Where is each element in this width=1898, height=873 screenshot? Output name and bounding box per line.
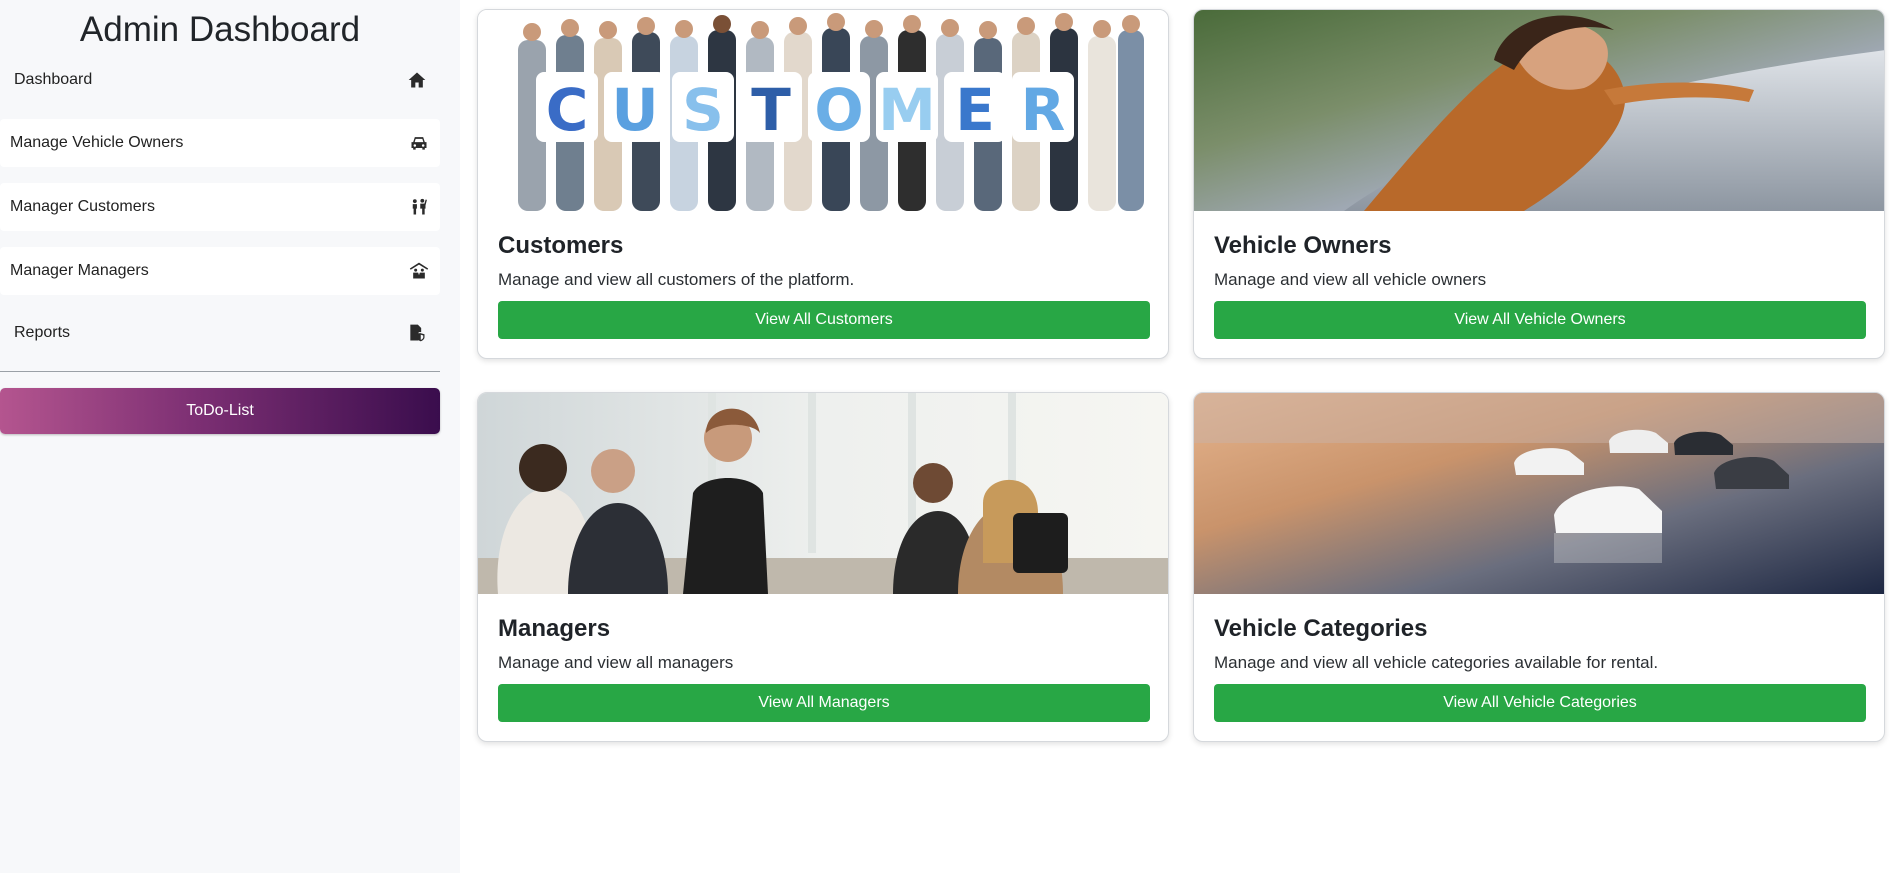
card-title: Vehicle Categories	[1214, 615, 1428, 642]
managers-image	[478, 393, 1168, 594]
vehicle-owners-image	[1194, 10, 1884, 211]
card-managers: Managers Manage and view all managers Vi…	[477, 392, 1169, 742]
svg-text:S: S	[682, 76, 724, 144]
card-description: Manage and view all vehicle owners	[1214, 270, 1487, 289]
sidebar-title: Admin Dashboard	[79, 10, 361, 49]
sidebar: Admin Dashboard Dashboard Manage Vehicle…	[0, 0, 460, 873]
sidebar-item-customers[interactable]: Manager Customers	[0, 183, 440, 231]
sidebar-item-dashboard[interactable]: Dashboard	[0, 58, 440, 102]
view-all-vehicle-owners-button[interactable]: View All Vehicle Owners	[1214, 301, 1866, 339]
file-shield-icon	[406, 322, 428, 344]
card-title: Vehicle Owners	[1214, 232, 1392, 259]
card-title: Managers	[498, 615, 611, 642]
todo-list-button[interactable]: ToDo-List	[0, 388, 440, 434]
card-description: Manage and view all managers	[498, 653, 734, 672]
view-all-customers-button[interactable]: View All Customers	[498, 301, 1150, 339]
sidebar-item-label: Manage Vehicle Owners	[10, 134, 184, 151]
sidebar-item-label: Reports	[14, 324, 71, 341]
person-shelter-icon	[408, 260, 430, 282]
sidebar-item-managers[interactable]: Manager Managers	[0, 247, 440, 295]
home-icon	[406, 69, 428, 91]
people-icon	[408, 196, 430, 218]
svg-text:M: M	[878, 76, 936, 144]
sidebar-item-label: Manager Managers	[10, 262, 149, 279]
svg-text:O: O	[814, 76, 863, 144]
sidebar-item-vehicle-owners[interactable]: Manage Vehicle Owners	[0, 119, 440, 167]
svg-text:E: E	[955, 76, 995, 144]
sidebar-item-label: Dashboard	[14, 71, 93, 88]
svg-text:R: R	[1021, 76, 1066, 144]
vehicle-categories-image	[1194, 393, 1884, 594]
card-customers: C U S T O M E R Customers Manage and vie…	[477, 9, 1169, 359]
svg-text:C: C	[546, 76, 589, 144]
sidebar-divider	[0, 371, 440, 372]
card-vehicle-categories: Vehicle Categories Manage and view all v…	[1193, 392, 1885, 742]
view-all-managers-button[interactable]: View All Managers	[498, 684, 1150, 722]
car-icon	[408, 132, 430, 154]
card-description: Manage and view all customers of the pla…	[498, 270, 855, 289]
app-root: Admin Dashboard Dashboard Manage Vehicle…	[0, 0, 1898, 873]
svg-text:U: U	[611, 76, 658, 144]
sidebar-item-label: Manager Customers	[10, 198, 155, 215]
card-title: Customers	[498, 232, 624, 259]
card-description: Manage and view all vehicle categories a…	[1214, 653, 1659, 672]
customers-image: C U S T O M E R	[478, 10, 1168, 211]
svg-text:T: T	[751, 76, 791, 144]
card-vehicle-owners: Vehicle Owners Manage and view all vehic…	[1193, 9, 1885, 359]
view-all-vehicle-categories-button[interactable]: View All Vehicle Categories	[1214, 684, 1866, 722]
sidebar-item-reports[interactable]: Reports	[0, 311, 440, 355]
